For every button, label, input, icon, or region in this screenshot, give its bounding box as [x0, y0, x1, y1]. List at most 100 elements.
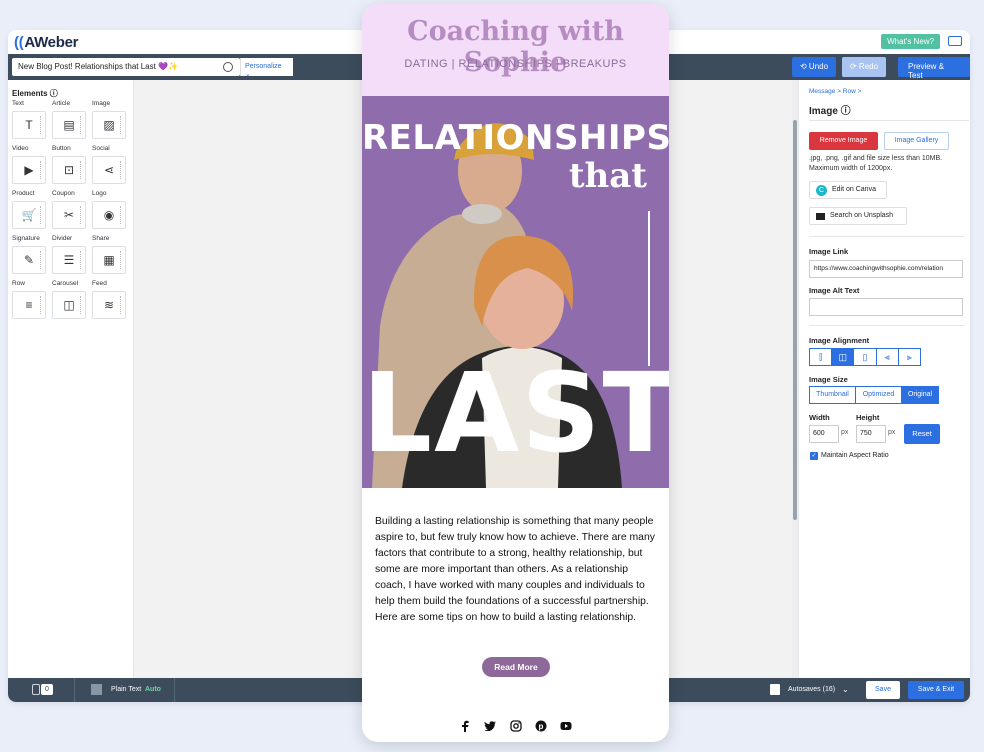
wrap-right-icon[interactable]: ⫸	[899, 349, 920, 365]
element-image[interactable]: Image ▨	[92, 100, 128, 139]
share-nodes-icon: ⋖	[92, 156, 126, 184]
chevron-down-icon[interactable]: ⌄	[842, 685, 849, 694]
autosaves-dropdown[interactable]: Autosaves (16)	[788, 686, 835, 693]
size-label: Image Size	[809, 375, 848, 384]
elements-panel: Elements ⓘ Text T Article ▤ Image ▨ Video ▶ …	[8, 80, 134, 678]
aspect-ratio-checkbox[interactable]: ✓	[810, 452, 818, 460]
element-label: Logo	[92, 190, 107, 197]
canva-icon: C	[816, 185, 827, 196]
size-thumbnail-option[interactable]: Thumbnail	[810, 387, 856, 403]
reset-button[interactable]: Reset	[904, 424, 940, 444]
element-row[interactable]: Row ≡	[12, 280, 48, 319]
edit-canva-label: Edit on Canva	[832, 186, 876, 193]
hero-image[interactable]: RELATIONSHIPS that LAST	[362, 96, 669, 488]
undo-button[interactable]: ⟲ Undo	[792, 57, 837, 77]
emoji-icon[interactable]	[223, 62, 233, 72]
alignment-label: Image Alignment	[809, 336, 870, 345]
redo-button[interactable]: ⟳ Redo	[842, 57, 887, 77]
text-icon: T	[12, 111, 46, 139]
separator	[174, 678, 175, 702]
align-center-icon[interactable]: ◫	[832, 349, 855, 365]
element-product[interactable]: Product 🛒	[12, 190, 48, 229]
element-coupon[interactable]: Coupon ✂	[52, 190, 88, 229]
plain-text-icon	[91, 684, 102, 695]
element-text[interactable]: Text T	[12, 100, 48, 139]
whats-new-button[interactable]: What's New?	[881, 34, 940, 49]
hero-vertical-line	[648, 211, 650, 366]
size-optimized-option[interactable]: Optimized	[856, 387, 902, 403]
element-social[interactable]: Social ⋖	[92, 145, 128, 184]
element-share[interactable]: Share ▦	[92, 235, 128, 274]
edit-on-canva-button[interactable]: C Edit on Canva	[809, 181, 887, 199]
youtube-icon[interactable]	[559, 719, 573, 733]
alt-text-input[interactable]	[809, 298, 963, 316]
divider	[809, 236, 964, 237]
element-label: Product	[12, 190, 35, 197]
element-label: Image	[92, 100, 111, 107]
height-unit: px	[888, 429, 896, 436]
plain-text-auto[interactable]: Auto	[145, 686, 161, 693]
width-unit: px	[841, 429, 849, 436]
element-button[interactable]: Button ⊡	[52, 145, 88, 184]
paperclip-icon[interactable]	[32, 684, 40, 695]
search-unsplash-button[interactable]: Search on Unsplash	[809, 207, 907, 225]
aspect-ratio-label: Maintain Aspect Ratio	[821, 452, 889, 459]
cart-icon: 🛒	[12, 201, 46, 229]
element-logo[interactable]: Logo ◉	[92, 190, 128, 229]
share-icon: ▦	[92, 246, 126, 274]
instagram-icon[interactable]	[509, 719, 523, 733]
align-left-icon[interactable]: ⫿	[810, 349, 833, 365]
size-original-option[interactable]: Original	[902, 387, 938, 403]
image-gallery-button[interactable]: Image Gallery	[884, 132, 949, 150]
article-icon: ▤	[52, 111, 86, 139]
element-label: Text	[12, 100, 24, 107]
image-icon: ▨	[92, 111, 126, 139]
image-link-label: Image Link	[809, 247, 849, 256]
image-link-input[interactable]: https://www.coachingwithsophie.com/relat…	[809, 260, 963, 278]
save-button[interactable]: Save	[866, 681, 900, 699]
width-input[interactable]: 600	[809, 425, 839, 443]
element-label: Divider	[52, 235, 73, 242]
breadcrumb[interactable]: Message > Row >	[809, 88, 861, 95]
element-label: Video	[12, 145, 29, 152]
twitter-icon[interactable]	[483, 719, 497, 733]
align-right-icon[interactable]: ▯	[854, 349, 877, 365]
height-input[interactable]: 750	[856, 425, 886, 443]
attachment-count: 0	[41, 684, 53, 695]
separator	[74, 678, 75, 702]
subject-field[interactable]: New Blog Post! Relationships that Last 💜…	[12, 58, 240, 76]
image-settings-panel: Message > Row > Image ⓘ Remove Image Ima…	[798, 80, 970, 678]
element-video[interactable]: Video ▶	[12, 145, 48, 184]
element-signature[interactable]: Signature ✎	[12, 235, 48, 274]
button-icon: ⊡	[52, 156, 86, 184]
video-icon: ▶	[12, 156, 46, 184]
read-more-button[interactable]: Read More	[482, 657, 550, 677]
logo-text: AWeber	[24, 34, 79, 51]
preview-test-button[interactable]: Preview & Test	[898, 57, 970, 80]
pen-icon: ✎	[12, 246, 46, 274]
element-label: Button	[52, 145, 71, 152]
alt-text-label: Image Alt Text	[809, 286, 860, 295]
canvas-scroll-thumb[interactable]	[793, 120, 797, 520]
element-label: Carousel	[52, 280, 79, 287]
height-label: Height	[856, 413, 880, 422]
personalize-dropdown[interactable]: Personalize ⌄	[240, 58, 293, 78]
elements-title: Elements ⓘ	[12, 89, 58, 98]
element-article[interactable]: Article ▤	[52, 100, 88, 139]
email-preview: Coaching with Sophie DATING | RELATIONSH…	[362, 4, 669, 742]
wrap-left-icon[interactable]: ⫷	[877, 349, 899, 365]
element-carousel[interactable]: Carousel ◫	[52, 280, 88, 319]
element-divider[interactable]: Divider ☰	[52, 235, 88, 274]
element-feed[interactable]: Feed ≋	[92, 280, 128, 319]
aweber-logo[interactable]: ((AWeber	[14, 34, 78, 51]
email-body-text: Building a lasting relationship is somet…	[375, 516, 655, 623]
divider	[809, 325, 964, 326]
element-label: Row	[12, 280, 26, 287]
save-exit-button[interactable]: Save & Exit	[908, 681, 964, 699]
element-label: Coupon	[52, 190, 75, 197]
row-icon: ≡	[12, 291, 46, 319]
pinterest-icon[interactable]: p	[534, 719, 548, 733]
facebook-icon[interactable]	[458, 719, 472, 733]
remove-image-button[interactable]: Remove Image	[809, 132, 878, 150]
keyboard-icon[interactable]	[948, 36, 962, 46]
